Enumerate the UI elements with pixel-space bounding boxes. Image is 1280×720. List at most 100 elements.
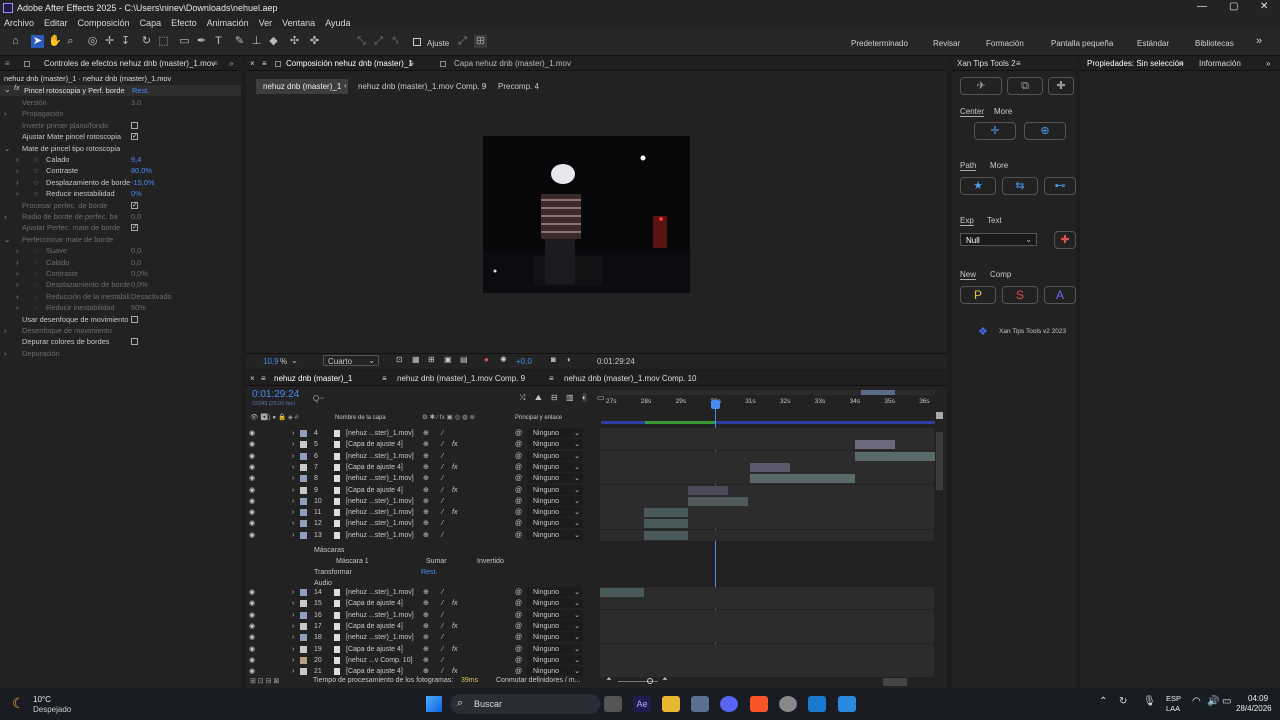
snapshot-icon[interactable]: ◙	[551, 355, 556, 364]
layer-row[interactable]: ◉ › 6 [nehuz ...ster)_1.mov] ⊕ ⁄ @ Ninguno ⌄	[245, 450, 937, 462]
stopwatch-icon[interactable]: ◌	[34, 154, 38, 165]
collapse-icon[interactable]: ⌄	[4, 143, 12, 154]
effect-prop-checkbox[interactable]	[131, 315, 138, 323]
quality-switch-icon[interactable]: ⁄	[442, 462, 443, 473]
close-tab-icon[interactable]: ×	[250, 372, 255, 386]
shy-switch-icon[interactable]: ⊕	[423, 462, 429, 473]
zoom-value[interactable]: 10,9	[263, 357, 279, 366]
layer-name[interactable]: [nehuz ...ster)_1.mov]	[346, 632, 414, 643]
roto-brush-icon[interactable]: ✣	[288, 35, 301, 48]
layer-expand-icon[interactable]: ›	[292, 462, 294, 473]
quality-switch-icon[interactable]: ⁄	[442, 587, 443, 598]
xan-trim-button[interactable]: ⊷	[1044, 177, 1076, 195]
expand-icon[interactable]: ›	[16, 257, 24, 268]
close-button[interactable]: ✕	[1260, 1, 1268, 12]
effect-prop-checkbox[interactable]	[131, 200, 138, 211]
workspace-more-icon[interactable]: »	[1256, 35, 1262, 47]
quality-switch-icon[interactable]: ⁄	[442, 644, 443, 655]
visibility-icon[interactable]: ◉	[249, 621, 255, 632]
menu-item-5[interactable]: Animación	[207, 18, 249, 28]
xan-more-tab[interactable]: More	[994, 107, 1012, 116]
effect-reset-link[interactable]: Rest.	[132, 85, 149, 96]
snap-checkbox[interactable]	[413, 38, 421, 46]
axis-local-icon[interactable]: ⤢	[372, 35, 385, 48]
layer-row[interactable]: ◉ › 15 [Capa de ajuste 4] ⊕ ⁄ fx @ Ninguno ⌄	[245, 598, 937, 610]
xan-comp-tab[interactable]: Comp	[990, 270, 1011, 279]
layer-label-color[interactable]	[300, 531, 307, 539]
layer-duration-bar[interactable]	[688, 485, 728, 495]
layer-name[interactable]: [nehuz ...v Comp. 10]	[346, 655, 413, 666]
home-icon[interactable]: ⌂	[9, 35, 22, 48]
status-icons[interactable]: ⊞ ⊡ ⊟ ⊠	[250, 677, 279, 685]
layer-name[interactable]: [Capa de ajuste 4]	[346, 462, 403, 473]
pickwhip-icon[interactable]: @	[515, 530, 522, 541]
fx-switch-icon[interactable]: fx	[452, 462, 457, 473]
wifi-icon[interactable]: ◠	[1192, 696, 1201, 707]
layer-row[interactable]: ◉ › 7 [Capa de ajuste 4] ⊕ ⁄ fx @ Ninguno ⌄	[245, 461, 937, 473]
weather-icon[interactable]: ☾	[12, 695, 25, 712]
menu-item-8[interactable]: Ayuda	[325, 18, 350, 28]
workspace-estandar[interactable]: Estándar	[1137, 39, 1169, 48]
tab-composition[interactable]: Composición nehuz dnb (master)_1	[286, 57, 413, 71]
battery-icon[interactable]: ▭	[1222, 696, 1231, 707]
visibility-icon[interactable]: ◉	[249, 518, 255, 529]
expand-icon[interactable]: ›	[16, 302, 24, 313]
pickwhip-icon[interactable]: @	[515, 473, 522, 484]
layer-name[interactable]: [Capa de ajuste 4]	[346, 666, 403, 677]
xan-center-anchor-button[interactable]: ✛	[974, 122, 1016, 140]
fx-switch-icon[interactable]: fx	[452, 598, 457, 609]
parent-select[interactable]: Ninguno ⌄	[527, 643, 583, 654]
shy-switch-icon[interactable]: ⊕	[423, 507, 429, 518]
xan-path-tab[interactable]: Path	[960, 161, 977, 171]
fx-icon[interactable]: fx	[14, 85, 19, 92]
layer-duration-bar[interactable]	[855, 440, 895, 450]
workspace-predeterminado[interactable]: Predeterminado	[851, 39, 908, 48]
quality-switch-icon[interactable]: ⁄	[442, 621, 443, 632]
shy-switch-icon[interactable]: ⊕	[423, 518, 429, 529]
xan-tab-menu-icon[interactable]: ≡	[1016, 57, 1021, 71]
layer-expand-icon[interactable]: ›	[292, 507, 294, 518]
shy-switch-icon[interactable]: ⊕	[423, 655, 429, 666]
parent-select[interactable]: Ninguno ⌄	[527, 461, 583, 472]
effect-prop-row[interactable]: › Desenfoque de movimiento	[0, 325, 241, 336]
collapse-icon[interactable]: ⌄	[4, 234, 12, 245]
layer-expand-icon[interactable]: ›	[292, 451, 294, 462]
xan-null-select[interactable]: Null ⌄	[960, 233, 1037, 246]
orbit-camera-icon[interactable]: ◎	[86, 35, 99, 48]
crumb-precomp4[interactable]: Precomp. 4	[498, 82, 539, 91]
layer-row[interactable]: ◉ › 19 [Capa de ajuste 4] ⊕ ⁄ fx @ Ninguno ⌄	[245, 643, 937, 655]
parent-select[interactable]: Ninguno ⌄	[527, 507, 583, 518]
effect-prop-value[interactable]: 50%	[131, 302, 146, 313]
parent-select[interactable]: Ninguno ⌄	[527, 450, 583, 461]
xan-text-tab[interactable]: Text	[987, 216, 1002, 225]
xan-s-button[interactable]: S	[1002, 286, 1038, 304]
stopwatch-icon[interactable]: ◌	[34, 302, 38, 313]
stopwatch-icon[interactable]: ◌	[34, 291, 38, 302]
fx-switch-icon[interactable]: fx	[452, 644, 457, 655]
parent-select[interactable]: Ninguno ⌄	[527, 529, 583, 540]
axis-world-icon[interactable]: ⤣	[389, 35, 402, 48]
pan-behind-icon[interactable]: ⬚	[157, 35, 170, 48]
tray-expand-icon[interactable]: ⌃	[1099, 696, 1107, 707]
layer-row[interactable]: ◉ › 14 [nehuz ...ster)_1.mov] ⊕ ⁄ @ Ninguno ⌄	[245, 587, 937, 598]
pickwhip-icon[interactable]: @	[515, 610, 522, 621]
layer-label-color[interactable]	[300, 645, 307, 653]
time-ruler[interactable]: 27s28s29s30s31s32s33s34s35s36s	[601, 398, 935, 420]
effect-prop-row[interactable]: › ◌ Contraste 0,0%	[0, 268, 241, 279]
effect-prop-row[interactable]: › Depuración	[0, 348, 241, 359]
pickwhip-icon[interactable]: @	[515, 666, 522, 677]
crumb-comp9[interactable]: nehuz dnb (master)_1.mov Comp. 9	[358, 82, 486, 91]
effect-prop-row[interactable]: Invertir primer plano/fondo	[0, 120, 241, 131]
layer-expand-icon[interactable]: ›	[292, 621, 294, 632]
shy-switch-icon[interactable]: ⊕	[423, 439, 429, 450]
layer-expand-icon[interactable]: ›	[292, 496, 294, 507]
menu-item-4[interactable]: Efecto	[171, 18, 197, 28]
expand-icon[interactable]: ›	[16, 188, 24, 199]
visibility-icon[interactable]: ◉	[249, 462, 255, 473]
layer-label-color[interactable]	[300, 463, 307, 471]
shy-layers-icon[interactable]: ⊟	[551, 393, 558, 402]
effect-prop-value[interactable]: 0,0	[131, 211, 141, 222]
pen-tool-icon[interactable]: ✒	[195, 35, 208, 48]
workspace-formacion[interactable]: Formación	[986, 39, 1024, 48]
clock-date[interactable]: 28/4/2026	[1236, 704, 1272, 713]
